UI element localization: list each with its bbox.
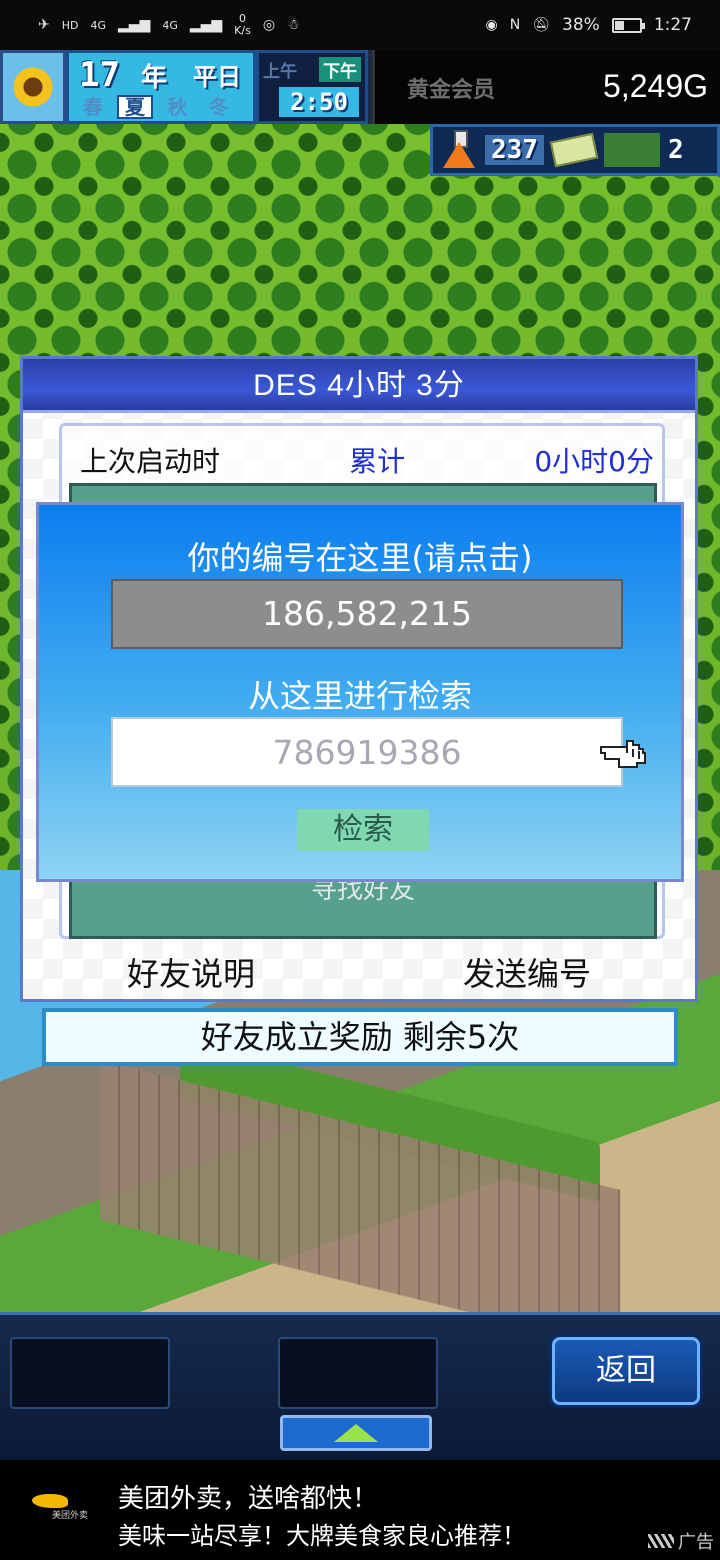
friend-help-button[interactable]: 好友说明 — [127, 949, 255, 995]
season-summer: 夏 — [117, 95, 153, 119]
ticket-bar — [603, 133, 660, 167]
search-button[interactable]: 检索 — [297, 809, 429, 851]
net-speed-unit: K/s — [234, 24, 251, 37]
research-points: 237 — [485, 135, 544, 165]
qq-icon: ☃ — [287, 17, 300, 33]
my-id-box[interactable]: 186,582,215 — [111, 579, 623, 649]
ticket-icon — [549, 132, 599, 168]
year-number: 17 — [79, 55, 120, 95]
network-4g-1: 4G — [90, 18, 107, 32]
money-display: 黄金会员 5,249G — [372, 50, 720, 124]
season-spring: 春 — [83, 95, 103, 119]
send-id-button[interactable]: 发送编号 — [463, 949, 591, 995]
back-button[interactable]: 返回 — [552, 1337, 700, 1405]
ticket-count: 2 — [667, 135, 684, 165]
friend-id-dialog: 你的编号在这里(请点击) 186,582,215 从这里进行检索 检索 — [36, 502, 684, 882]
money-amount: 5,249G — [603, 68, 708, 104]
season-winter: 冬 — [209, 95, 229, 119]
mute-icon: 🔕︎ — [532, 17, 551, 33]
game-clock: 2:50 — [279, 87, 359, 117]
status-right: ◉ N 🔕︎ 38% 1:27 — [486, 15, 692, 35]
hd-indicator: HD — [61, 18, 79, 32]
flask-icon — [441, 130, 477, 170]
season-badge — [0, 50, 66, 124]
ampm-indicator: 上午 下午 — [263, 57, 361, 82]
net-speed: 0 K/s — [234, 13, 251, 37]
meituan-logo: 美团外卖 — [28, 1488, 92, 1532]
launch-stats-row: 上次启动时 累计 0小时0分 — [80, 440, 654, 480]
season-strip: 春 夏 秋 冬 — [75, 95, 237, 119]
menu-slot-center[interactable] — [278, 1337, 438, 1409]
date-display: 17 年 平日 春 夏 秋 冬 — [66, 50, 256, 124]
panel-title: DES 4小时 3分 — [23, 359, 695, 413]
ad-subline: 美味一站尽享！大牌美食家良心推荐！ — [118, 1522, 526, 1550]
signal-icon-2: ▂▄▆ — [189, 17, 223, 33]
menu-slot-left[interactable] — [10, 1337, 170, 1409]
eye-icon: ◉ — [485, 17, 498, 33]
dialog-title: 你的编号在这里(请点击) — [187, 539, 533, 577]
time-display: 上午 下午 2:50 — [256, 50, 368, 124]
ad-headline: 美团外卖，送啥都快！ — [118, 1484, 379, 1514]
kangaroo-icon — [32, 1494, 68, 1508]
ad-label-text: 广告 — [678, 1532, 714, 1553]
sunflower-icon — [13, 67, 53, 107]
battery-fill — [614, 20, 624, 30]
pm-label: 下午 — [319, 57, 361, 82]
status-bar: ✈ HD 4G ▂▄▆ 4G ▂▄▆ 0 K/s ◎ ☃ ◉ N 🔕︎ 38% … — [0, 0, 720, 50]
signal-icon-1: ▂▄▆ — [118, 17, 151, 33]
search-title: 从这里进行检索 — [247, 677, 472, 715]
battery-percent: 38% — [562, 15, 600, 35]
ad-logo-text: 美团外卖 — [52, 1511, 89, 1521]
weekday-label: 平日 — [193, 63, 241, 91]
pointing-hand-icon — [600, 740, 646, 768]
last-launch-label: 上次启动时 — [80, 445, 221, 478]
expand-menu-button[interactable] — [280, 1415, 432, 1451]
ad-label: 广告 — [648, 1528, 714, 1554]
battery-icon — [611, 17, 645, 33]
status-left: ✈ HD 4G ▂▄▆ 4G ▂▄▆ 0 K/s ◎ ☃ — [38, 13, 300, 37]
year-label: 年 — [141, 63, 168, 93]
bottom-controls: 返回 — [0, 1312, 720, 1460]
ad-network-icon — [648, 1534, 674, 1548]
airplane-icon: ✈ — [38, 17, 50, 33]
total-value: 0小时0分 — [534, 445, 654, 478]
nfc-icon: N — [509, 17, 521, 33]
total-label: 累计 — [349, 445, 406, 478]
clock-time: 1:27 — [653, 15, 692, 35]
network-4g-2: 4G — [162, 18, 178, 32]
am-label: 上午 — [263, 62, 297, 82]
friend-reward-bar: 好友成立奖励 剩余5次 — [42, 1008, 678, 1066]
search-id-input[interactable] — [111, 717, 623, 787]
resource-bar: 237 2 — [430, 124, 720, 176]
top-hud: 17 年 平日 春 夏 秋 冬 上午 下午 2:50 黄金会员 5,249G — [0, 50, 720, 124]
up-arrow-icon — [334, 1424, 378, 1442]
member-status: 黄金会员 — [407, 78, 496, 103]
panel-actions: 好友说明 发送编号 — [23, 949, 695, 995]
weibo-icon: ◎ — [262, 17, 276, 33]
ad-banner[interactable]: 美团外卖 美团外卖，送啥都快！ 美味一站尽享！大牌美食家良心推荐！ 广告 — [0, 1460, 720, 1560]
season-autumn: 秋 — [167, 95, 187, 119]
